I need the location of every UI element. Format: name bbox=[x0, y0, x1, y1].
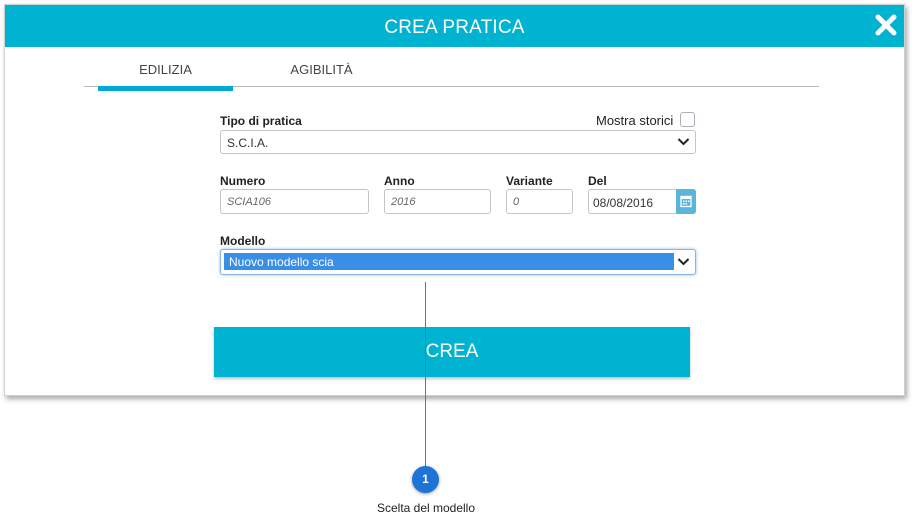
del-date-value: 08/08/2016 bbox=[593, 196, 654, 210]
anno-input[interactable]: 2016 bbox=[384, 189, 491, 214]
modello-selected-option: Nuovo modello scia bbox=[224, 253, 674, 270]
calendar-button[interactable] bbox=[676, 189, 696, 214]
close-icon bbox=[875, 14, 897, 36]
variante-input[interactable]: 0 bbox=[506, 189, 573, 214]
variante-label: Variante bbox=[506, 174, 553, 188]
tipo-pratica-select[interactable]: S.C.I.A. bbox=[220, 130, 696, 154]
calendar-icon bbox=[680, 195, 692, 208]
variante-placeholder: 0 bbox=[513, 196, 520, 208]
tab-bar: EDILIZIA AGIBILITÀ bbox=[84, 62, 819, 91]
numero-label: Numero bbox=[220, 174, 266, 188]
tab-agibilita[interactable]: AGIBILITÀ bbox=[254, 62, 389, 86]
tab-edilizia[interactable]: EDILIZIA bbox=[98, 62, 233, 91]
active-tab-indicator bbox=[98, 86, 233, 91]
modello-label: Modello bbox=[220, 234, 266, 248]
callout-marker: 1 bbox=[412, 466, 439, 493]
numero-placeholder: SCIA106 bbox=[227, 196, 272, 208]
chevron-down-icon bbox=[677, 138, 690, 146]
del-label: Del bbox=[588, 174, 607, 188]
tipo-pratica-value: S.C.I.A. bbox=[227, 136, 269, 150]
tab-label: AGIBILITÀ bbox=[290, 62, 353, 77]
chevron-down-icon bbox=[677, 258, 690, 266]
tipo-pratica-label: Tipo di pratica bbox=[220, 114, 302, 128]
dialog-header: CREA PRATICA bbox=[5, 5, 904, 47]
modello-value: Nuovo modello scia bbox=[229, 255, 334, 269]
crea-button[interactable]: CREA bbox=[214, 327, 690, 377]
modello-select[interactable]: Nuovo modello scia bbox=[220, 249, 696, 275]
mostra-storici-checkbox[interactable] bbox=[680, 112, 695, 127]
del-date-input[interactable]: 08/08/2016 bbox=[588, 189, 696, 214]
callout-line bbox=[425, 282, 426, 467]
tab-label: EDILIZIA bbox=[139, 62, 192, 77]
numero-input[interactable]: SCIA106 bbox=[220, 189, 369, 214]
anno-placeholder: 2016 bbox=[391, 196, 416, 208]
dialog-title: CREA PRATICA bbox=[384, 17, 525, 38]
anno-label: Anno bbox=[384, 174, 415, 188]
mostra-storici-label: Mostra storici bbox=[596, 113, 674, 128]
close-button[interactable] bbox=[874, 13, 898, 37]
callout-caption: Scelta del modello bbox=[376, 501, 476, 515]
